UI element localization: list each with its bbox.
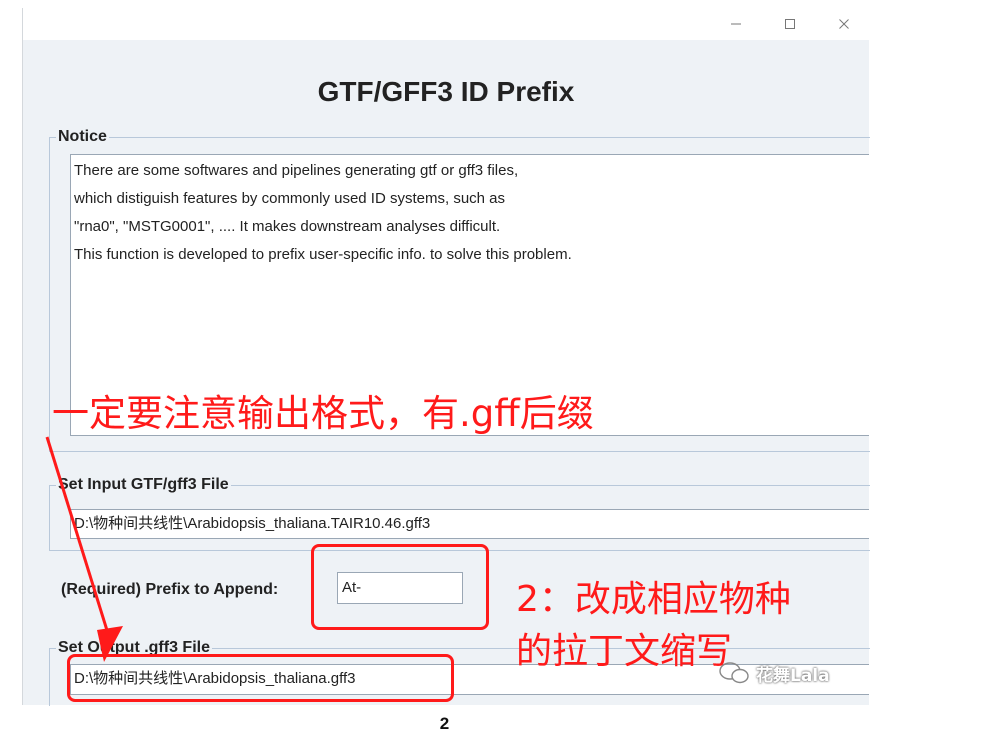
annotation-species-line1: 2：改成相应物种 (516, 579, 791, 620)
watermark: 花舞Lala (756, 666, 830, 686)
annotation-species-line2: 的拉丁文缩写 (516, 631, 733, 672)
figure-caption: 2 (439, 714, 450, 733)
wechat-icon (718, 660, 750, 686)
annotation-arrow (45, 436, 123, 662)
